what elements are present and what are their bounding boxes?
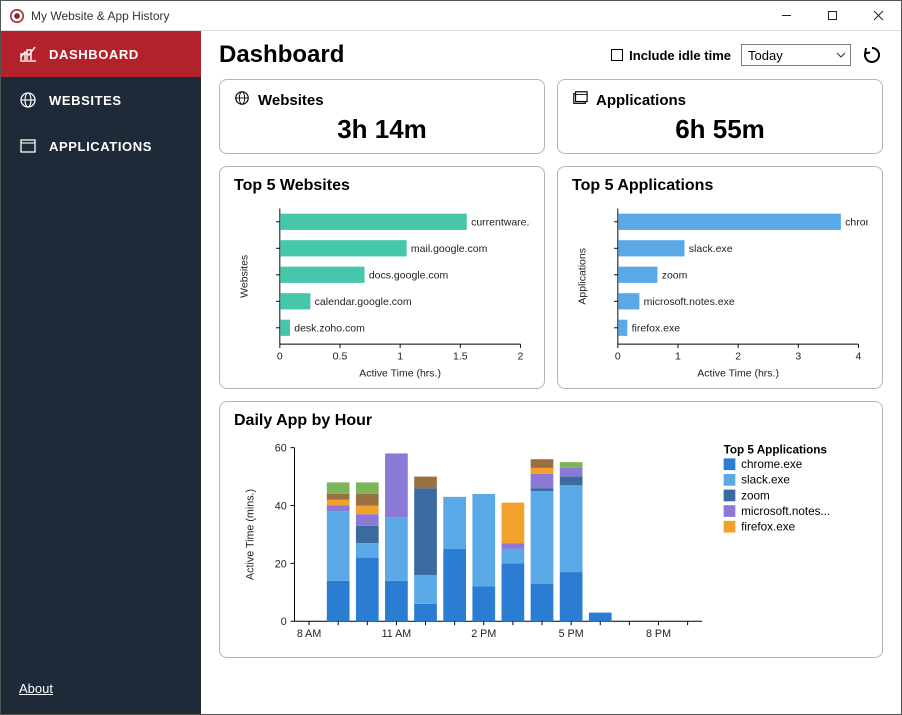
top-applications-card: Top 5 Applications 0 1 2 3 4 Active Time (hrs… xyxy=(557,166,883,389)
page-title: Dashboard xyxy=(219,41,344,69)
card-title: Top 5 Applications xyxy=(572,177,868,195)
svg-text:8 PM: 8 PM xyxy=(646,628,671,640)
svg-text:2 PM: 2 PM xyxy=(471,628,496,640)
chevron-down-icon xyxy=(836,48,846,63)
checkbox-box xyxy=(611,49,623,61)
refresh-icon xyxy=(862,45,882,65)
svg-text:Websites: Websites xyxy=(238,255,250,298)
application-window-icon xyxy=(572,90,588,110)
globe-icon xyxy=(234,90,250,110)
svg-text:microsoft.notes...: microsoft.notes... xyxy=(741,505,830,518)
svg-text:slack.exe: slack.exe xyxy=(689,243,733,255)
main-content: Dashboard Include idle time Today xyxy=(201,31,901,714)
sidebar-item-label: APPLICATIONS xyxy=(49,139,152,154)
globe-icon xyxy=(19,91,37,109)
svg-text:slack.exe: slack.exe xyxy=(741,474,790,487)
svg-text:Active Time (hrs.): Active Time (hrs.) xyxy=(697,368,779,380)
svg-text:20: 20 xyxy=(275,559,287,571)
sidebar-item-dashboard[interactable]: DASHBOARD xyxy=(1,31,201,77)
svg-text:0: 0 xyxy=(281,617,287,629)
card-title: Daily App by Hour xyxy=(234,412,868,430)
svg-text:desk.zoho.com: desk.zoho.com xyxy=(294,323,365,335)
summary-card-label: Applications xyxy=(596,92,686,109)
svg-text:0: 0 xyxy=(615,350,621,362)
svg-text:60: 60 xyxy=(275,443,287,455)
svg-text:1: 1 xyxy=(675,350,681,362)
top-applications-chart: 0 1 2 3 4 Active Time (hrs.) Applications chrom… xyxy=(572,199,868,380)
daily-by-hour-card: Daily App by Hour 0 20 40 60 Active Time (mi… xyxy=(219,401,883,658)
date-range-select[interactable]: Today xyxy=(741,44,851,66)
date-range-value: Today xyxy=(748,48,783,63)
close-button[interactable] xyxy=(855,1,901,31)
svg-text:Active Time (hrs.): Active Time (hrs.) xyxy=(359,368,441,380)
top-websites-chart: 0 0.5 1 1.5 2 Active Time (hrs.) Websites curre… xyxy=(234,199,530,380)
svg-text:3: 3 xyxy=(795,350,801,362)
svg-text:1.5: 1.5 xyxy=(453,350,468,362)
svg-text:Top 5 Applications: Top 5 Applications xyxy=(724,444,828,457)
svg-text:4: 4 xyxy=(856,350,862,362)
svg-text:1: 1 xyxy=(397,350,403,362)
summary-card-applications: Applications 6h 55m xyxy=(557,79,883,154)
svg-text:chrome.exe: chrome.exe xyxy=(741,459,802,472)
svg-text:8 AM: 8 AM xyxy=(297,628,321,640)
maximize-button[interactable] xyxy=(809,1,855,31)
app-logo-icon xyxy=(9,8,25,24)
svg-text:0: 0 xyxy=(277,350,283,362)
svg-text:firefox.exe: firefox.exe xyxy=(741,521,795,534)
window-title: My Website & App History xyxy=(31,9,170,23)
include-idle-label: Include idle time xyxy=(629,48,731,63)
svg-text:Applications: Applications xyxy=(576,248,588,305)
sidebar-item-websites[interactable]: WEBSITES xyxy=(1,77,201,123)
svg-text:chrome.exe: chrome.exe xyxy=(845,217,868,229)
include-idle-checkbox[interactable]: Include idle time xyxy=(611,48,731,63)
svg-text:zoom: zoom xyxy=(662,270,688,282)
svg-text:currentware.com: currentware.com xyxy=(471,217,530,229)
refresh-button[interactable] xyxy=(861,44,883,66)
card-title: Top 5 Websites xyxy=(234,177,530,195)
dashboard-icon xyxy=(19,45,37,63)
svg-text:5 PM: 5 PM xyxy=(559,628,584,640)
svg-text:zoom: zoom xyxy=(741,490,770,503)
applications-total-time: 6h 55m xyxy=(572,114,868,145)
daily-by-hour-chart: 0 20 40 60 Active Time (mins.) 8 AM 11 AM 2 PM 5… xyxy=(234,434,868,649)
summary-card-label: Websites xyxy=(258,92,324,109)
application-window-icon xyxy=(19,137,37,155)
svg-text:0.5: 0.5 xyxy=(333,350,348,362)
svg-text:firefox.exe: firefox.exe xyxy=(632,323,681,335)
page-header: Dashboard Include idle time Today xyxy=(219,41,883,69)
about-link[interactable]: About xyxy=(1,669,201,714)
svg-text:11 AM: 11 AM xyxy=(382,628,412,640)
summary-card-websites: Websites 3h 14m xyxy=(219,79,545,154)
sidebar-item-label: WEBSITES xyxy=(49,93,122,108)
svg-text:mail.google.com: mail.google.com xyxy=(411,243,488,255)
websites-total-time: 3h 14m xyxy=(234,114,530,145)
sidebar-item-applications[interactable]: APPLICATIONS xyxy=(1,123,201,169)
app-window: My Website & App History DASHBOARD xyxy=(0,0,902,715)
svg-text:docs.google.com: docs.google.com xyxy=(369,270,449,282)
svg-text:2: 2 xyxy=(735,350,741,362)
sidebar-item-label: DASHBOARD xyxy=(49,47,139,62)
titlebar: My Website & App History xyxy=(1,1,901,31)
top-websites-card: Top 5 Websites 0 0.5 1 1.5 2 Active Time (hrs… xyxy=(219,166,545,389)
svg-text:Active Time (mins.): Active Time (mins.) xyxy=(245,489,257,580)
svg-text:calendar.google.com: calendar.google.com xyxy=(315,296,412,308)
minimize-button[interactable] xyxy=(763,1,809,31)
svg-text:2: 2 xyxy=(518,350,524,362)
svg-text:40: 40 xyxy=(275,501,287,513)
svg-text:microsoft.notes.exe: microsoft.notes.exe xyxy=(644,296,735,308)
sidebar: DASHBOARD WEBSITES APPLICATIONS About xyxy=(1,31,201,714)
